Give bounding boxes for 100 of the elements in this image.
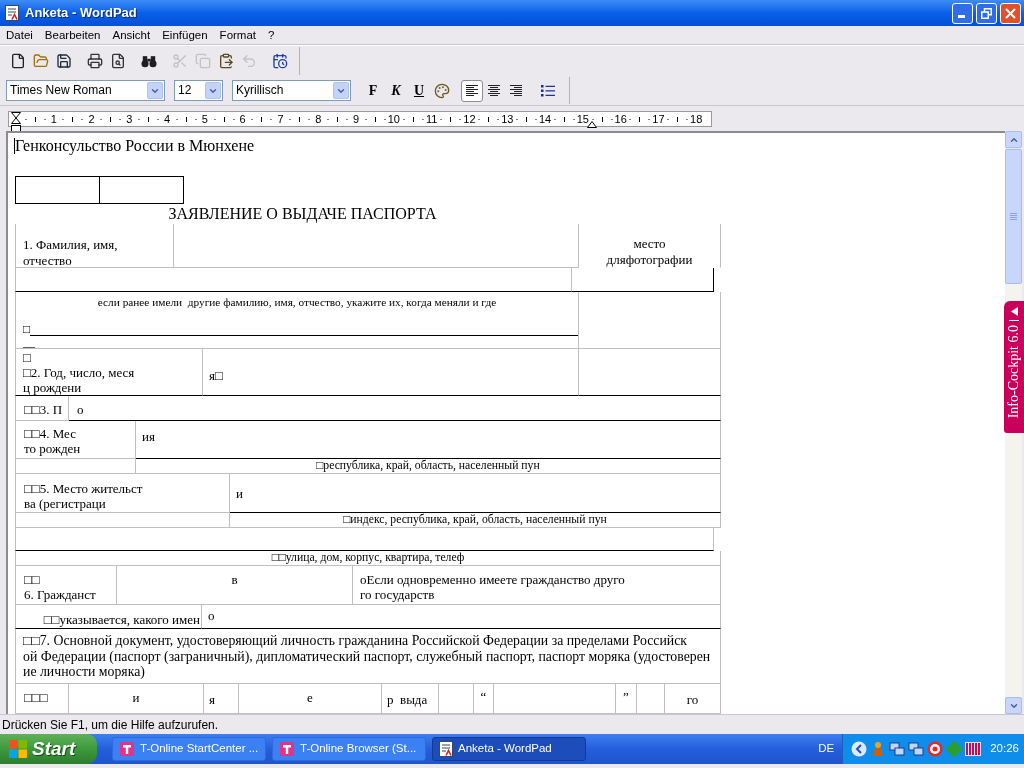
taskbar-button[interactable]: T-Online Browser (St... xyxy=(272,737,426,761)
ruler-number: 18 xyxy=(689,112,704,126)
restore-button[interactable] xyxy=(976,2,997,24)
menu-item[interactable]: Ansicht xyxy=(106,26,157,44)
undo-arrow-icon xyxy=(240,53,257,69)
font-size-dropdown[interactable]: 12 xyxy=(174,80,223,101)
network-icon[interactable] xyxy=(908,741,925,757)
ruler-number: 3 xyxy=(125,112,134,126)
taskbar-button[interactable]: T-Online StartCenter ... xyxy=(112,737,266,761)
ruler-number: 10 xyxy=(386,112,401,126)
form-label: □□3. П xyxy=(15,396,69,421)
menu-item[interactable]: ? xyxy=(262,26,281,44)
calendar-clock-icon xyxy=(271,53,288,69)
dropdown-button[interactable] xyxy=(147,82,163,99)
app-tile-icon xyxy=(119,741,135,757)
taskbar-button[interactable]: Anketa - WordPad xyxy=(432,737,586,761)
cell-text: ” xyxy=(616,684,637,714)
scroll-up-button[interactable] xyxy=(1005,131,1022,148)
ruler-ticks-icon xyxy=(591,116,613,122)
close-icon xyxy=(1005,7,1016,19)
form-label: □□□ xyxy=(15,684,69,714)
dropdown-button[interactable] xyxy=(205,82,221,99)
ruler-ticks-icon xyxy=(100,116,122,122)
form-label: □□5. Место жительст ва (регистраци xyxy=(15,474,230,513)
copy-pages-icon xyxy=(194,53,211,69)
ruler-ticks-icon xyxy=(289,116,311,122)
ruler-ticks-icon xyxy=(667,116,689,122)
ruler-ticks-icon xyxy=(24,116,46,122)
align-left-icon xyxy=(465,84,479,97)
ruler-ticks-icon xyxy=(402,116,424,122)
menu-item[interactable]: Bearbeiten xyxy=(38,26,107,44)
ruler-number: 1 xyxy=(49,112,58,126)
field-hint: □республика, край, область, населенный пун xyxy=(136,459,721,474)
cell-text: о xyxy=(69,396,721,421)
ruler-ticks-icon xyxy=(175,116,197,122)
align-left-button[interactable] xyxy=(461,79,483,102)
cell-text: “ xyxy=(474,684,494,714)
ruler-number: 13 xyxy=(500,112,515,126)
form-label: □□4. Мес то рожден xyxy=(15,421,136,459)
ruler-ticks-icon xyxy=(62,116,84,122)
ruler-number: 2 xyxy=(87,112,96,126)
ruler-ticks-icon xyxy=(553,116,575,122)
bold-button[interactable]: F xyxy=(362,79,384,102)
ruler-ticks-icon xyxy=(251,116,273,122)
right-margin-marker-icon[interactable] xyxy=(587,121,597,128)
ruler-number: 9 xyxy=(352,112,361,126)
form-title: ЗАЯВЛЕНИЕ О ВЫДАЧЕ ПАСПОРТА xyxy=(168,204,437,224)
photo-label: место дляфотографии xyxy=(579,224,721,268)
grip-icon xyxy=(1010,213,1017,220)
ruler-number: 12 xyxy=(462,112,477,126)
document-icon xyxy=(5,5,19,21)
language-indicator[interactable]: DE xyxy=(818,740,835,758)
ruler-number: 7 xyxy=(276,112,285,126)
network-icon[interactable] xyxy=(889,741,906,757)
field-hint: если ранее имели другие фамилию, имя, отчество, укажите их, когда меняли и где xyxy=(97,296,497,309)
minimize-icon xyxy=(958,14,965,18)
form-label: □□указывается, какого имен xyxy=(15,605,202,629)
palette-icon xyxy=(434,82,450,99)
bullet-list-icon xyxy=(541,84,555,97)
close-button[interactable] xyxy=(1000,2,1021,24)
italic-button[interactable]: K xyxy=(385,79,407,102)
start-button[interactable]: Start xyxy=(0,734,97,764)
font-dropdown[interactable]: Times New Roman xyxy=(6,80,165,101)
target-icon[interactable] xyxy=(927,741,944,757)
indent-marker-icon[interactable] xyxy=(11,112,21,132)
bars-icon[interactable] xyxy=(965,741,982,757)
scrollbar-track[interactable] xyxy=(1005,284,1022,301)
ruler-number: 6 xyxy=(238,112,247,126)
window-title: Anketa - WordPad xyxy=(25,4,137,23)
cell-text: __ xyxy=(23,336,35,348)
ruler-ticks-icon xyxy=(327,116,349,122)
menu-item[interactable]: Format xyxy=(213,26,263,44)
binoculars-icon xyxy=(140,54,157,68)
form-label: оЕсли одновременно имеете гражданство друго го государств xyxy=(353,566,721,605)
document-icon xyxy=(439,741,453,757)
align-center-icon xyxy=(487,84,501,97)
blank-page-icon xyxy=(9,53,26,69)
scrollbar-thumb[interactable] xyxy=(1005,149,1022,284)
minimize-button[interactable] xyxy=(952,2,973,24)
form-label: □ □2. Год, число, меся ц рождени xyxy=(15,349,203,396)
cell-text: го xyxy=(665,684,721,714)
cell-text: р выда xyxy=(382,684,439,714)
ruler-number: 8 xyxy=(314,112,323,126)
ruler-number: 4 xyxy=(163,112,172,126)
script-dropdown[interactable]: Kyrillisch xyxy=(232,80,351,101)
ruler-ticks-icon xyxy=(364,116,386,122)
info-cockpit-tab[interactable]: Info-Cockpit 6.0 xyxy=(1004,301,1024,433)
cell-text: я□ xyxy=(203,349,579,396)
cell-text: о xyxy=(202,605,721,629)
dropdown-button[interactable] xyxy=(333,82,349,99)
flag-icon xyxy=(9,740,27,758)
field-hint: □индекс, республика, край, область, населенный пун xyxy=(230,513,721,528)
ruler-number: 15 xyxy=(575,112,590,126)
underline-button[interactable]: U xyxy=(408,79,430,102)
menu-item[interactable]: Datei xyxy=(0,26,39,44)
menu-item[interactable]: Einfügen xyxy=(156,26,214,44)
restore-icon xyxy=(981,7,992,19)
folder-icon xyxy=(32,53,49,69)
ruler-ticks-icon xyxy=(213,116,235,122)
scroll-down-button[interactable] xyxy=(1005,697,1022,714)
